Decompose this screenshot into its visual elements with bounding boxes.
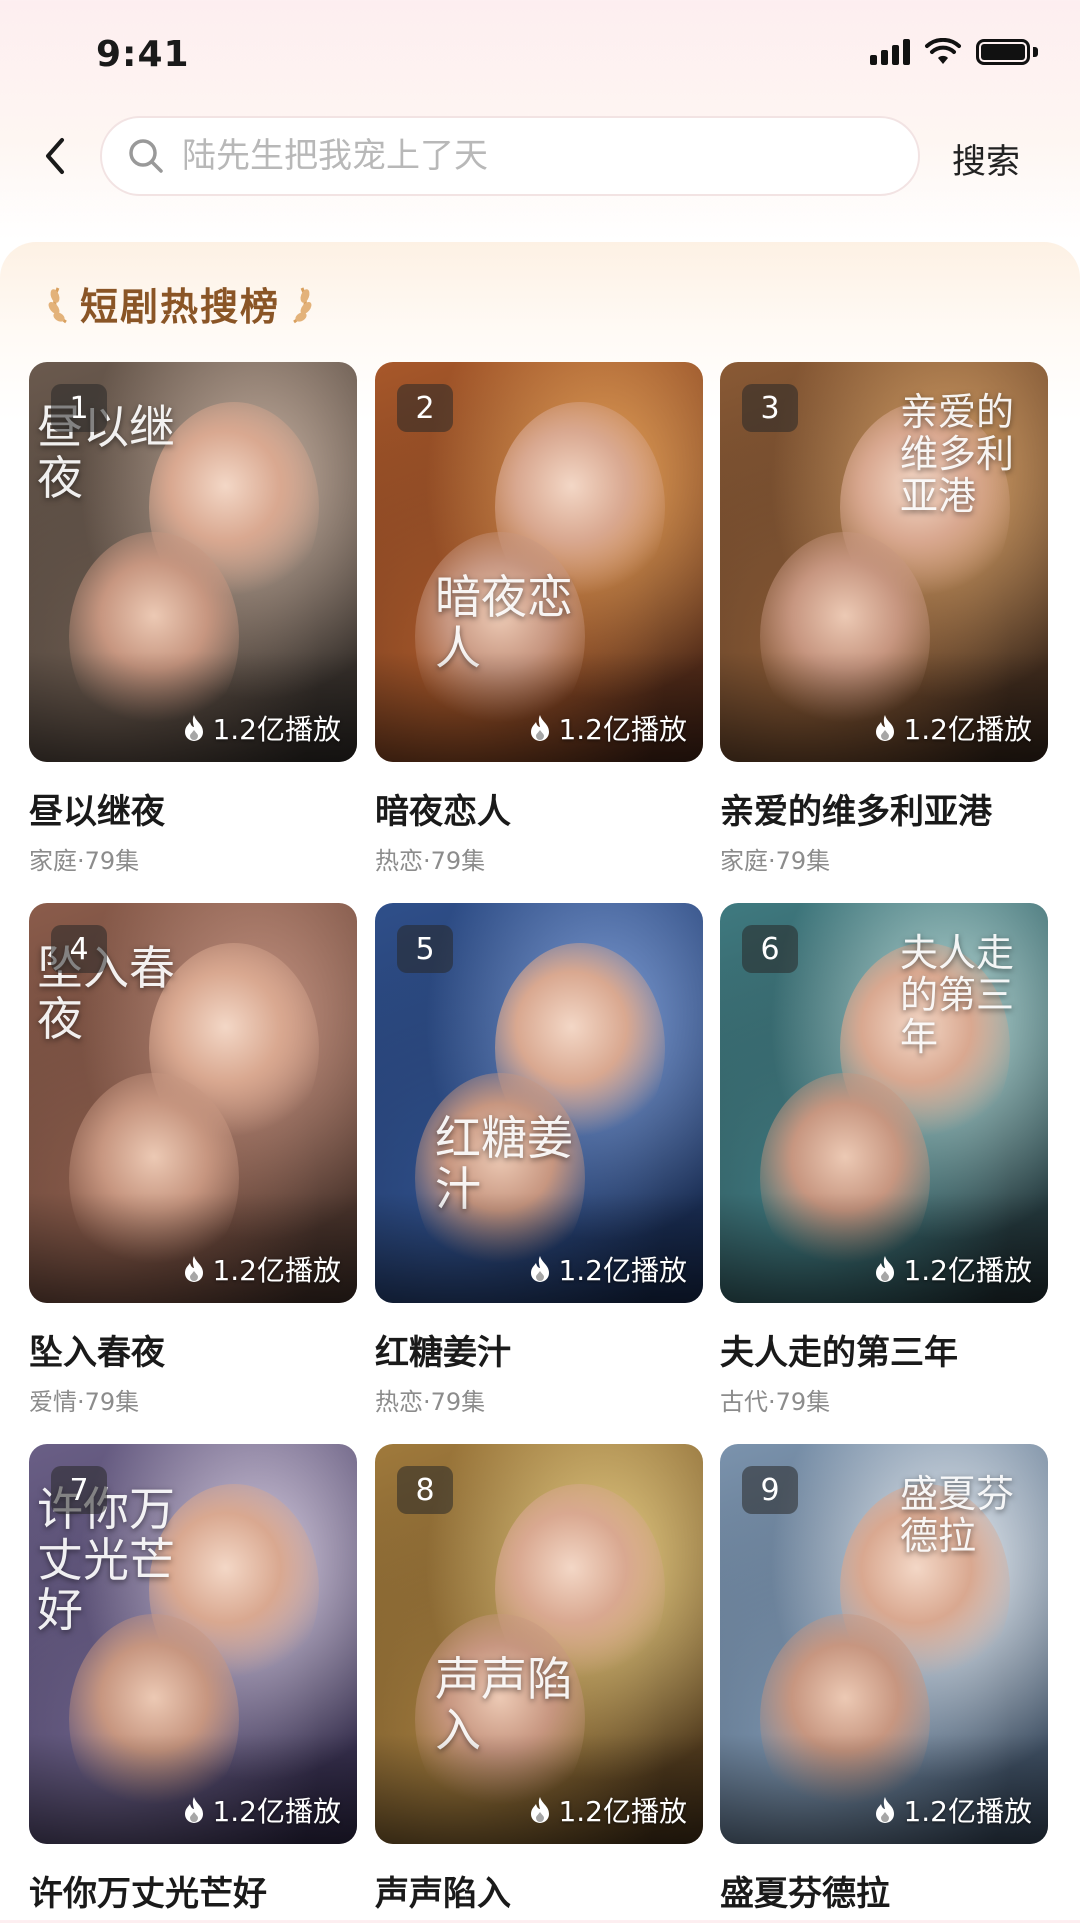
rank-badge: 1 bbox=[51, 384, 107, 432]
drama-title[interactable]: 暗夜恋人 bbox=[375, 784, 703, 833]
drama-title[interactable]: 声声陷入 bbox=[375, 1866, 703, 1915]
drama-meta: 家庭·79集 bbox=[720, 847, 831, 875]
wifi-icon bbox=[925, 38, 961, 64]
rank-badge: 9 bbox=[742, 1466, 798, 1514]
drama-poster[interactable]: 许你万丈光芒好 7 1.2亿播放 bbox=[29, 1444, 357, 1844]
search-icon bbox=[129, 139, 163, 173]
laurel-right-icon bbox=[293, 286, 312, 323]
search-box[interactable] bbox=[100, 116, 920, 196]
status-icons bbox=[870, 38, 1038, 66]
play-count: 1.2亿播放 bbox=[873, 1249, 1032, 1289]
drama-poster[interactable]: 红糖姜汁 5 1.2亿播放 bbox=[375, 903, 703, 1303]
drama-title[interactable]: 红糖姜汁 bbox=[375, 1325, 703, 1374]
status-time: 9:41 bbox=[96, 34, 190, 75]
drama-title[interactable]: 亲爱的维多利亚港 bbox=[720, 784, 1048, 833]
drama-card[interactable]: 红糖姜汁 5 1.2亿播放 红糖姜汁 热恋·79集 bbox=[375, 903, 703, 1417]
search-button[interactable]: 搜索 bbox=[952, 134, 1020, 183]
play-count-text: 1.2亿播放 bbox=[212, 713, 341, 746]
fire-icon bbox=[185, 1256, 204, 1282]
search-input[interactable] bbox=[180, 135, 884, 177]
fire-icon bbox=[185, 715, 204, 741]
fire-icon bbox=[531, 1256, 550, 1282]
fire-icon bbox=[531, 1797, 550, 1823]
drama-card[interactable]: 昼以继夜 1 1.2亿播放 昼以继夜 家庭·79集 bbox=[29, 362, 357, 876]
drama-meta: 家庭·79集 bbox=[29, 847, 140, 875]
fire-icon bbox=[876, 1256, 895, 1282]
play-count: 1.2亿播放 bbox=[182, 708, 341, 748]
play-count-text: 1.2亿播放 bbox=[903, 1254, 1032, 1287]
play-count: 1.2亿播放 bbox=[182, 1790, 341, 1830]
drama-title[interactable]: 夫人走的第三年 bbox=[720, 1325, 1048, 1374]
play-count: 1.2亿播放 bbox=[182, 1249, 341, 1289]
play-count: 1.2亿播放 bbox=[528, 1790, 687, 1830]
drama-card[interactable]: 暗夜恋人 2 1.2亿播放 暗夜恋人 热恋·79集 bbox=[375, 362, 703, 876]
play-count-text: 1.2亿播放 bbox=[903, 1795, 1032, 1828]
status-bar: 9:41 bbox=[0, 0, 1080, 110]
play-count-text: 1.2亿播放 bbox=[558, 713, 687, 746]
play-count: 1.2亿播放 bbox=[873, 708, 1032, 748]
drama-meta: 爱情·79集 bbox=[29, 1388, 140, 1416]
drama-title[interactable]: 许你万丈光芒好 bbox=[29, 1866, 357, 1915]
poster-title-art: 夫人走的第三年 bbox=[900, 931, 1015, 1059]
drama-poster[interactable]: 亲爱的维多利亚港 3 1.2亿播放 bbox=[720, 362, 1048, 762]
chevron-left-icon bbox=[46, 138, 64, 174]
rank-badge: 3 bbox=[742, 384, 798, 432]
drama-poster[interactable]: 昼以继夜 1 1.2亿播放 bbox=[29, 362, 357, 762]
drama-meta: 热恋·79集 bbox=[375, 1388, 486, 1416]
rank-badge: 8 bbox=[397, 1466, 453, 1514]
drama-card[interactable]: 亲爱的维多利亚港 3 1.2亿播放 亲爱的维多利亚港 家庭·79集 bbox=[720, 362, 1048, 876]
fire-icon bbox=[185, 1797, 204, 1823]
poster-title-art: 亲爱的维多利亚港 bbox=[900, 390, 1015, 518]
section-title: 短剧热搜榜 bbox=[80, 285, 281, 329]
laurel-left-icon bbox=[48, 286, 67, 323]
drama-card[interactable]: 坠入春夜 4 1.2亿播放 坠入春夜 爱情·79集 bbox=[29, 903, 357, 1417]
drama-poster[interactable]: 声声陷入 8 1.2亿播放 bbox=[375, 1444, 703, 1844]
play-count-text: 1.2亿播放 bbox=[212, 1254, 341, 1287]
rank-badge: 2 bbox=[397, 384, 453, 432]
play-count: 1.2亿播放 bbox=[528, 708, 687, 748]
fire-icon bbox=[876, 715, 895, 741]
drama-poster[interactable]: 坠入春夜 4 1.2亿播放 bbox=[29, 903, 357, 1303]
drama-meta: 热恋·79集 bbox=[375, 847, 486, 875]
play-count-text: 1.2亿播放 bbox=[903, 713, 1032, 746]
play-count-text: 1.2亿播放 bbox=[212, 1795, 341, 1828]
play-count: 1.2亿播放 bbox=[873, 1790, 1032, 1830]
drama-card[interactable]: 声声陷入 8 1.2亿播放 声声陷入 bbox=[375, 1444, 703, 1923]
drama-meta: 古代·79集 bbox=[720, 1388, 831, 1416]
play-count-text: 1.2亿播放 bbox=[558, 1795, 687, 1828]
rank-badge: 7 bbox=[51, 1466, 107, 1514]
battery-icon bbox=[976, 39, 1038, 65]
drama-card[interactable]: 盛夏芬德拉 9 1.2亿播放 盛夏芬德拉 bbox=[720, 1444, 1048, 1923]
drama-poster[interactable]: 暗夜恋人 2 1.2亿播放 bbox=[375, 362, 703, 762]
search-header: 搜索 bbox=[0, 110, 1080, 200]
drama-card[interactable]: 许你万丈光芒好 7 1.2亿播放 许你万丈光芒好 bbox=[29, 1444, 357, 1923]
rank-badge: 6 bbox=[742, 925, 798, 973]
drama-poster[interactable]: 盛夏芬德拉 9 1.2亿播放 bbox=[720, 1444, 1048, 1844]
play-count: 1.2亿播放 bbox=[528, 1249, 687, 1289]
drama-poster[interactable]: 夫人走的第三年 6 1.2亿播放 bbox=[720, 903, 1048, 1303]
fire-icon bbox=[876, 1797, 895, 1823]
rank-badge: 4 bbox=[51, 925, 107, 973]
drama-title[interactable]: 坠入春夜 bbox=[29, 1325, 357, 1374]
cellular-signal-icon bbox=[870, 39, 910, 65]
section-header: 短剧热搜榜 bbox=[46, 276, 314, 331]
play-count-text: 1.2亿播放 bbox=[558, 1254, 687, 1287]
fire-icon bbox=[531, 715, 550, 741]
back-button[interactable] bbox=[30, 126, 80, 186]
drama-title[interactable]: 盛夏芬德拉 bbox=[720, 1866, 1048, 1915]
drama-title[interactable]: 昼以继夜 bbox=[29, 784, 357, 833]
rank-badge: 5 bbox=[397, 925, 453, 973]
poster-title-art: 盛夏芬德拉 bbox=[900, 1472, 1015, 1558]
drama-card[interactable]: 夫人走的第三年 6 1.2亿播放 夫人走的第三年 古代·79集 bbox=[720, 903, 1048, 1417]
